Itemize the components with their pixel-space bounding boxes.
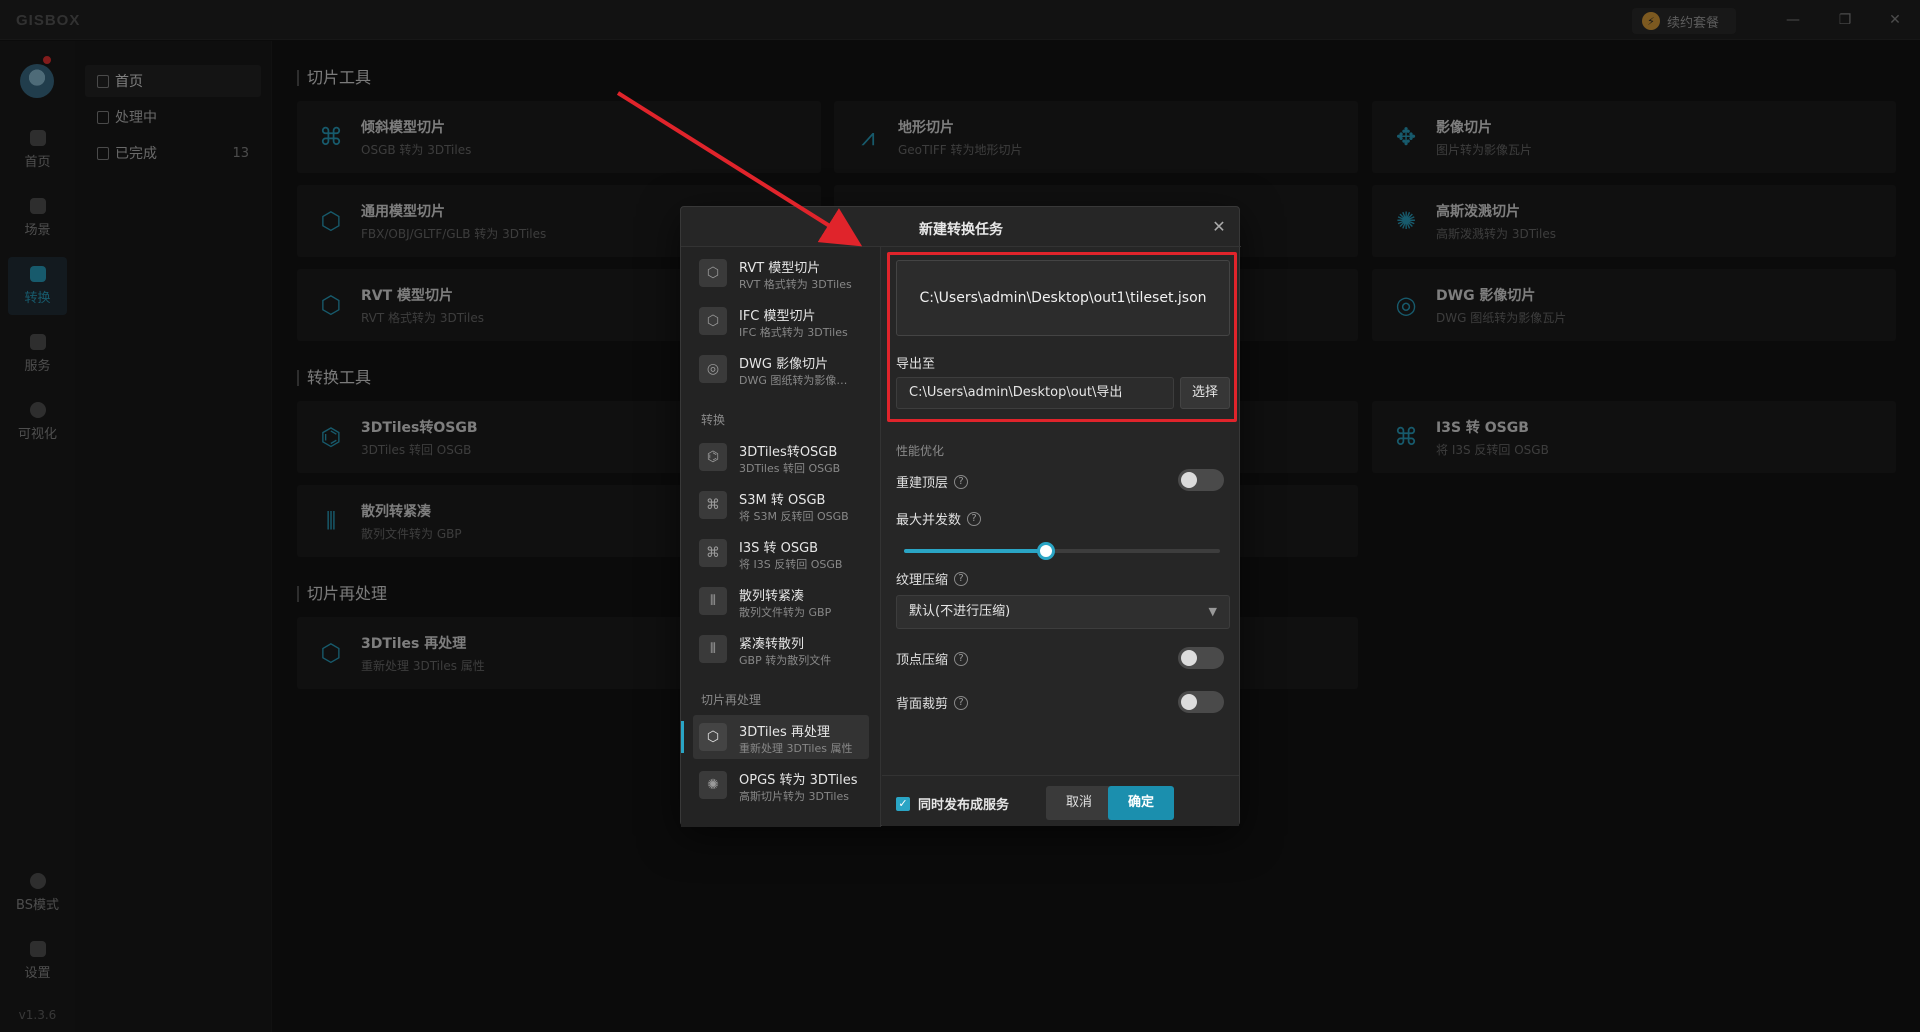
- backface-cull-option: 背面裁剪?: [896, 693, 969, 712]
- i3s-icon: ⌘: [699, 539, 727, 567]
- select-value: 默认(不进行压缩): [909, 604, 1011, 619]
- vertex-compress-option: 顶点压缩?: [896, 649, 969, 668]
- app-window: GISBOX ⚡ 续约套餐 — ❐ ✕ 首页 场景 转换 服务 可视化 BS模式…: [0, 0, 1920, 1032]
- perf-group-label: 性能优化: [896, 444, 945, 458]
- help-icon[interactable]: ?: [954, 474, 969, 489]
- publish-label: 同时发布成服务: [918, 798, 1010, 813]
- rebuild-top-option: 重建顶层?: [896, 472, 969, 491]
- task-title: 散列转紧凑: [739, 589, 805, 604]
- task-item-s3m-osgb[interactable]: ⌘ S3M 转 OSGB 将 S3M 反转回 OSGB: [693, 483, 869, 527]
- dialog-header: 新建转换任务 ✕: [681, 207, 1241, 247]
- dialog-form: C:\Users\admin\Desktop\out1\tileset.json…: [882, 247, 1239, 827]
- rebuild-top-toggle[interactable]: [1178, 469, 1224, 491]
- active-indicator: [681, 721, 684, 753]
- cancel-button[interactable]: 取消: [1046, 786, 1112, 820]
- close-icon[interactable]: ✕: [1209, 217, 1229, 237]
- option-label: 纹理压缩: [896, 573, 949, 588]
- task-sub: 散列文件转为 GBP: [739, 606, 832, 619]
- task-item-3dtiles-reprocess[interactable]: ⬡ 3DTiles 再处理重新处理 3DTiles 属性: [681, 715, 869, 759]
- task-title: 3DTiles 再处理: [739, 725, 830, 740]
- s3m-icon: ⌘: [699, 491, 727, 519]
- vertex-compress-toggle[interactable]: [1178, 647, 1224, 669]
- task-sub: IFC 格式转为 3DTiles: [739, 326, 848, 339]
- help-icon[interactable]: ?: [954, 651, 969, 666]
- task-item-3dtiles-osgb[interactable]: ⌬ 3DTiles转OSGB 3DTiles 转回 OSGB: [693, 435, 869, 479]
- dialog-footer: ✓ 同时发布成服务 取消 确定: [882, 775, 1239, 826]
- texture-compress-select[interactable]: 默认(不进行压缩) ▼: [896, 595, 1230, 629]
- task-sub: DWG 图纸转为影像…: [739, 374, 848, 387]
- task-sub: 重新处理 3DTiles 属性: [739, 742, 853, 755]
- highlight-box: [887, 252, 1237, 422]
- option-label: 重建顶层: [896, 476, 949, 491]
- task-item-rvt[interactable]: ⬡ RVT 模型切片 RVT 格式转为 3DTiles: [693, 251, 869, 295]
- task-item-compact-hash[interactable]: ⦀ 紧凑转散列 GBP 转为散列文件: [693, 627, 869, 671]
- option-label: 最大并发数: [896, 513, 962, 528]
- task-title: 紧凑转散列: [739, 637, 805, 652]
- bars-icon: ⦀: [699, 635, 727, 663]
- dialog-task-list: ⬡ RVT 模型切片 RVT 格式转为 3DTiles ⬡ IFC 模型切片 IFC 格…: [681, 247, 881, 827]
- help-icon[interactable]: ?: [954, 571, 969, 586]
- cube-icon: ⬡: [699, 259, 727, 287]
- task-title: S3M 转 OSGB: [739, 493, 826, 508]
- task-item-opgs-3dtiles[interactable]: ✺ OPGS 转为 3DTiles 高斯切片转为 3DTiles: [693, 763, 869, 807]
- chevron-down-icon: ▼: [1208, 605, 1217, 618]
- max-concurrency-option: 最大并发数?: [896, 509, 982, 528]
- group-reprocess: 切片再处理: [701, 693, 762, 707]
- task-item-dwg[interactable]: ◎ DWG 影像切片 DWG 图纸转为影像…: [693, 347, 869, 391]
- task-title: RVT 模型切片: [739, 261, 821, 276]
- check-icon: ✓: [896, 796, 910, 811]
- task-sub: GBP 转为散列文件: [739, 654, 832, 667]
- tiles-icon: ⌬: [699, 443, 727, 471]
- bars-icon: ⦀: [699, 587, 727, 615]
- dialog-title: 新建转换任务: [919, 222, 1003, 238]
- group-convert: 转换: [701, 413, 726, 427]
- slider-fill: [904, 549, 1047, 553]
- max-concurrency-slider[interactable]: [904, 542, 1220, 560]
- help-icon[interactable]: ?: [954, 695, 969, 710]
- texture-compress-option: 纹理压缩?: [896, 569, 969, 588]
- task-item-i3s-osgb[interactable]: ⌘ I3S 转 OSGB 将 I3S 反转回 OSGB: [693, 531, 869, 575]
- task-title: OPGS 转为 3DTiles: [739, 773, 858, 788]
- publish-checkbox[interactable]: ✓ 同时发布成服务: [896, 794, 1009, 813]
- task-sub: 将 S3M 反转回 OSGB: [739, 510, 849, 523]
- cube-icon: ⬡: [699, 307, 727, 335]
- option-label: 顶点压缩: [896, 653, 949, 668]
- task-sub: 将 I3S 反转回 OSGB: [739, 558, 843, 571]
- help-icon[interactable]: ?: [967, 511, 982, 526]
- backface-cull-toggle[interactable]: [1178, 691, 1224, 713]
- task-item-ifc[interactable]: ⬡ IFC 模型切片 IFC 格式转为 3DTiles: [693, 299, 869, 343]
- option-label: 背面裁剪: [896, 697, 949, 712]
- task-title: IFC 模型切片: [739, 309, 816, 324]
- slider-thumb[interactable]: [1037, 542, 1056, 560]
- task-title: DWG 影像切片: [739, 357, 829, 372]
- dwg-icon: ◎: [699, 355, 727, 383]
- new-task-dialog: 新建转换任务 ✕ ⬡ RVT 模型切片 RVT 格式转为 3DTiles ⬡ IFC …: [680, 206, 1241, 827]
- task-sub: RVT 格式转为 3DTiles: [739, 278, 852, 291]
- task-title: I3S 转 OSGB: [739, 541, 819, 556]
- gaussian-icon: ✺: [699, 771, 727, 799]
- task-title: 3DTiles转OSGB: [739, 445, 838, 460]
- task-sub: 高斯切片转为 3DTiles: [739, 790, 849, 803]
- task-sub: 3DTiles 转回 OSGB: [739, 462, 841, 475]
- ok-button[interactable]: 确定: [1108, 786, 1174, 820]
- task-item-hash-compact[interactable]: ⦀ 散列转紧凑散列文件转为 GBP: [693, 579, 869, 623]
- cube-icon: ⬡: [699, 723, 727, 751]
